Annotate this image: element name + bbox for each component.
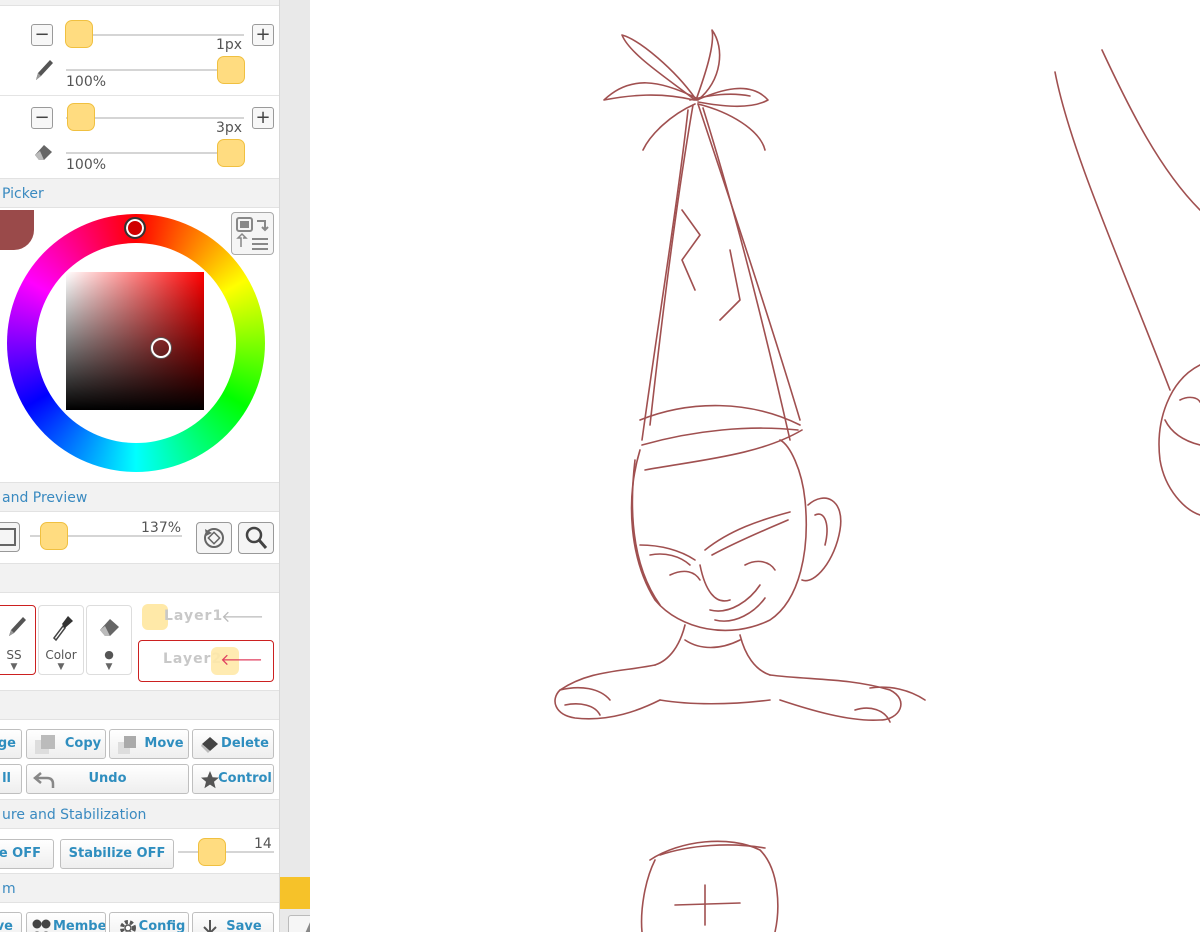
star-icon (199, 769, 221, 793)
move-button[interactable]: Move (109, 729, 189, 759)
eraser-opacity-slider-knob[interactable] (217, 139, 245, 167)
dropdown-arrow-icon: ▼ (57, 662, 65, 672)
pen-tool-label: SS (6, 648, 22, 662)
stabilize-slider-knob[interactable] (198, 838, 226, 866)
config-label: Config (138, 919, 186, 932)
panel-gutter (280, 0, 310, 932)
dropper-tool-button[interactable]: Color ▼ (38, 605, 84, 675)
brush-section-title (0, 0, 279, 6)
preview-section-title: and Preview (0, 482, 279, 512)
pen-tool-button[interactable]: SS ▼ (0, 605, 36, 675)
eraser-size-value: 3px (216, 120, 243, 136)
undo-icon (33, 769, 57, 793)
stabilize-value: 14 (254, 836, 272, 852)
control-button[interactable]: Control (192, 764, 274, 794)
delete-icon (199, 734, 221, 758)
download-icon (199, 917, 221, 932)
save-button[interactable]: Save (192, 912, 274, 932)
layer1-name: Layer1 (164, 608, 224, 624)
brush-size-minus-button[interactable]: − (31, 24, 53, 46)
hue-ring-handle[interactable] (124, 217, 146, 239)
left-arrow-icon[interactable]: 🡐 (220, 649, 263, 669)
merge-button[interactable]: rge (0, 729, 22, 759)
zoom-search-button[interactable] (238, 522, 274, 554)
brush-size-slider-knob[interactable] (65, 20, 93, 48)
saturation-value-handle[interactable] (151, 338, 171, 358)
save-left-button[interactable]: ve (0, 912, 22, 932)
member-button[interactable]: Member (26, 912, 106, 932)
zoom-value: 137% (141, 520, 182, 536)
magnifier-icon (239, 526, 273, 557)
saturation-value-square[interactable] (66, 272, 204, 410)
delete-button[interactable]: Delete (192, 729, 274, 759)
fit-screen-button[interactable] (0, 522, 20, 552)
brush-opacity-slider-knob[interactable] (217, 56, 245, 84)
current-color-swatch[interactable] (0, 210, 34, 250)
dropper-tool-label: Color (45, 648, 77, 662)
pressure-toggle-button[interactable]: re OFF (0, 839, 54, 869)
gear-icon (116, 917, 140, 932)
member-icon (29, 917, 55, 932)
fit-screen-icon (0, 528, 19, 555)
undo-button[interactable]: Undo (26, 764, 189, 794)
eraser-tool-button[interactable]: ● ▼ (86, 605, 132, 675)
eraser-size-plus-button[interactable]: + (252, 107, 274, 129)
sketch-drawing (554, 29, 1200, 932)
layers-section-title (0, 563, 279, 593)
tool-panel: − + 1px 100% − + 3px 100% Picker and Pre… (0, 0, 280, 932)
member-label: Member (53, 919, 106, 932)
move-icon (116, 734, 142, 758)
eraser-icon (96, 612, 124, 644)
undo-label: Undo (88, 771, 127, 786)
zoom-slider-knob[interactable] (40, 522, 68, 550)
layer-row-layer2[interactable]: Layer2 🡐 (138, 640, 274, 682)
dropdown-arrow-icon: ▼ (10, 662, 18, 672)
brush-opacity-value: 100% (66, 74, 107, 90)
brush-size-plus-button[interactable]: + (252, 24, 274, 46)
eraser-opacity-track (66, 152, 236, 154)
layer-row-layer1[interactable]: Layer1 🡐 (138, 598, 274, 638)
swap-color-icon (232, 217, 273, 258)
left-arrow-icon[interactable]: 🡐 (221, 606, 264, 626)
stabilization-section-title: ure and Stabilization (0, 799, 279, 829)
save-label: Save (226, 919, 262, 932)
brush-size-value: 1px (216, 37, 243, 53)
eraser-size-slider-knob[interactable] (67, 103, 95, 131)
pen-icon (1, 612, 29, 646)
rotate-icon (197, 528, 231, 557)
actions-section-title (0, 690, 279, 720)
color-picker-section-title: Picker (0, 178, 279, 208)
eraser-icon (32, 140, 56, 166)
stabilize-toggle-button[interactable]: Stabilize OFF (60, 839, 174, 869)
fill-button[interactable]: ll (0, 764, 22, 794)
brush-opacity-track (66, 69, 236, 71)
divider (0, 95, 279, 96)
pencil-icon (32, 56, 56, 88)
copy-icon (33, 734, 59, 758)
move-label: Move (144, 736, 184, 751)
eraser-size-minus-button[interactable]: − (31, 107, 53, 129)
config-button[interactable]: Config (109, 912, 189, 932)
bottom-section-title: m (0, 873, 279, 903)
eraser-tool-label: ● (104, 648, 114, 661)
control-label: Control (218, 771, 272, 786)
dropdown-arrow-icon: ▼ (105, 662, 113, 672)
eraser-opacity-value: 100% (66, 157, 107, 173)
rotate-reset-button[interactable] (196, 522, 232, 554)
copy-button[interactable]: Copy (26, 729, 106, 759)
delete-label: Delete (221, 736, 269, 751)
copy-label: Copy (64, 736, 102, 751)
drawing-canvas[interactable] (310, 0, 1200, 932)
color-mode-switch-button[interactable] (231, 212, 274, 255)
eyedropper-icon (48, 612, 76, 646)
